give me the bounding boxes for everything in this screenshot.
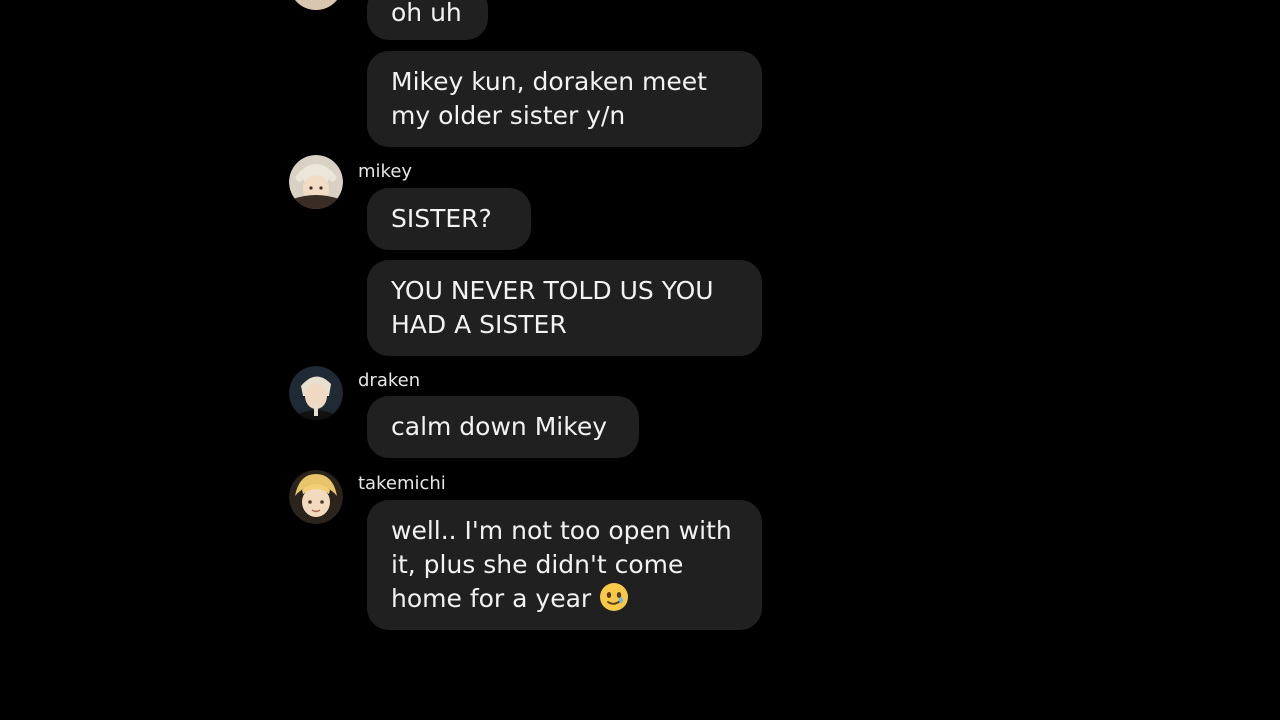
- message-text: calm down Mikey: [391, 412, 607, 441]
- message-text: oh uh: [391, 0, 462, 27]
- message-text: well.. I'm not too open with it, plus sh…: [391, 514, 732, 616]
- message-text-content: well.. I'm not too open with it, plus sh…: [391, 516, 732, 613]
- avatar-takemichi[interactable]: [289, 470, 343, 524]
- message-bubble[interactable]: YOU NEVER TOLD US YOU HAD A SISTER: [367, 260, 762, 356]
- message-bubble[interactable]: calm down Mikey: [367, 396, 639, 458]
- message-bubble[interactable]: SISTER?: [367, 188, 531, 250]
- message-bubble[interactable]: oh uh: [367, 0, 488, 40]
- message-text: YOU NEVER TOLD US YOU HAD A SISTER: [391, 276, 714, 339]
- avatar-mikey[interactable]: [289, 155, 343, 209]
- message-bubble[interactable]: well.. I'm not too open with it, plus sh…: [367, 500, 762, 630]
- sender-name-draken: draken: [358, 370, 421, 391]
- message-text: SISTER?: [391, 204, 492, 233]
- message-text: Mikey kun, doraken meet my older sister …: [391, 67, 707, 130]
- sender-name-mikey: mikey: [358, 161, 413, 182]
- avatar-draken[interactable]: [289, 366, 343, 420]
- chat-thread: oh uh Mikey kun, doraken meet my older s…: [0, 0, 1280, 720]
- message-bubble[interactable]: Mikey kun, doraken meet my older sister …: [367, 51, 762, 147]
- avatar-previous[interactable]: [289, 0, 343, 10]
- pleading-smile-emoji-icon: [599, 582, 629, 612]
- sender-name-takemichi: takemichi: [358, 473, 446, 494]
